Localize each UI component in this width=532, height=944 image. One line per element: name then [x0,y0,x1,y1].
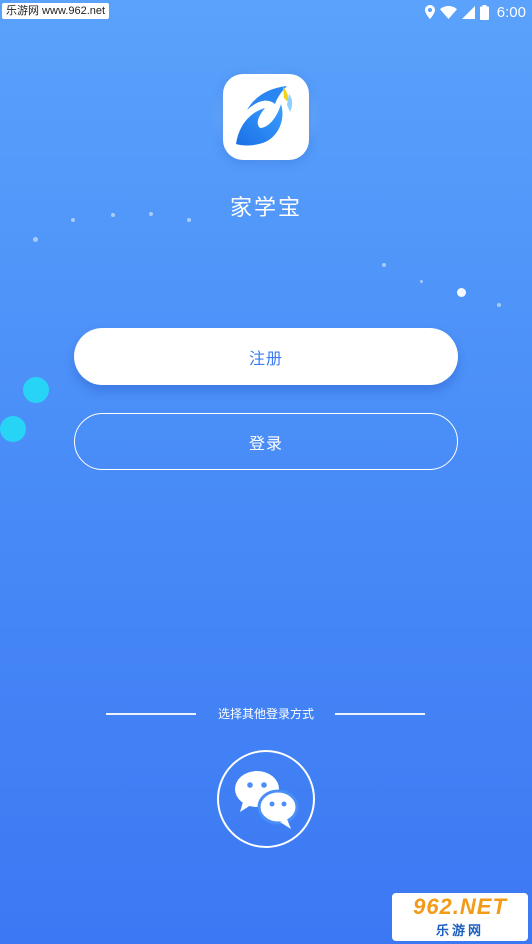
decor-cyan-dot [23,377,49,403]
app-logo [223,74,309,160]
decor-dot [457,288,466,297]
status-bar: 乐游网 www.962.net 6:00 [0,0,532,24]
decor-dot [497,303,501,307]
watermark-name: 乐游网 [435,924,484,939]
status-time: 6:00 [496,3,526,21]
wechat-icon [235,771,299,829]
location-icon [424,5,435,19]
leaf-logo-icon [236,86,293,146]
divider-left [106,713,196,715]
app-title: 家学宝 [229,196,302,221]
decor-dot [33,237,38,242]
login-button[interactable]: 登录 [74,413,458,470]
decor-cyan-dot [0,416,26,442]
login-screen: 乐游网 www.962.net 6:00 家学宝 注册 登录 选择其他登录方式 … [0,0,532,944]
decor-dot [382,263,386,267]
wechat-login-button[interactable] [217,750,315,848]
battery-icon [479,4,489,20]
decor-dot [420,280,423,283]
other-login-label: 选择其他登录方式 [217,707,314,721]
watermark-brand: 962.NET [413,894,507,919]
top-watermark: 乐游网 www.962.net [2,3,110,19]
wifi-icon [439,5,457,19]
divider-right [335,713,425,715]
register-button[interactable]: 注册 [74,328,458,385]
status-icons: 6:00 [424,3,526,21]
bottom-watermark: 962.NET 乐游网 [392,893,528,941]
signal-icon [461,5,475,19]
